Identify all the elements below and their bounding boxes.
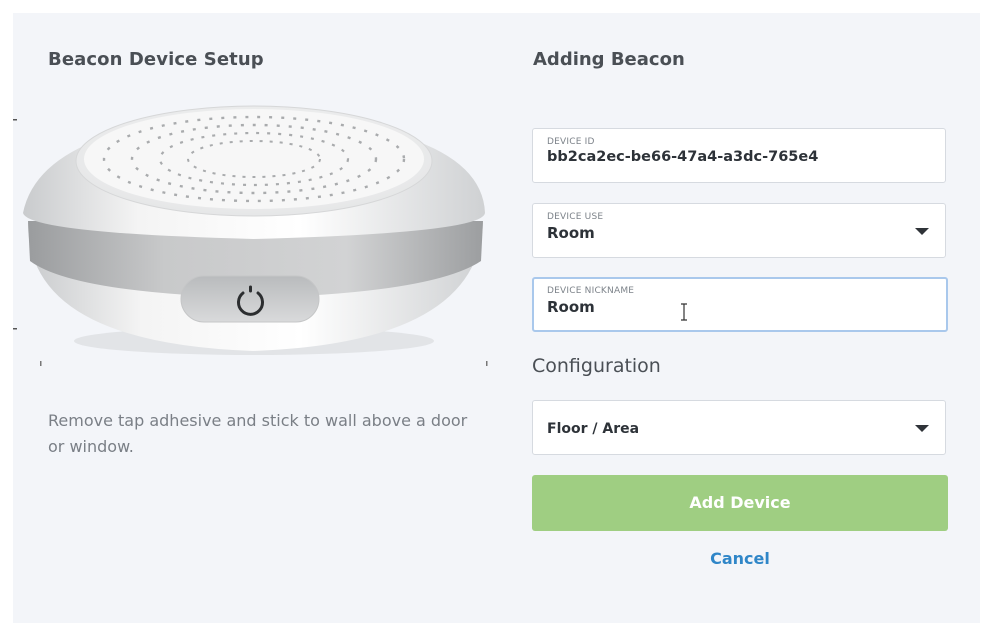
text-cursor-icon [681,303,687,321]
device-use-value: Room [547,224,595,242]
chevron-down-icon[interactable] [915,228,929,235]
device-id-value: bb2ca2ec-be66-47a4-a3dc-765e4 [547,149,819,165]
device-nickname-label: DEVICE NICKNAME [547,286,635,296]
device-nickname-input[interactable]: DEVICE NICKNAME Room [532,277,948,332]
form-title: Adding Beacon [533,49,685,70]
device-id-field[interactable]: DEVICE ID bb2ca2ec-be66-47a4-a3dc-765e4 [532,128,946,183]
setup-title: Beacon Device Setup [48,49,264,70]
device-id-label: DEVICE ID [547,137,595,147]
beacon-device-illustration [13,105,488,366]
device-use-select[interactable]: DEVICE USE Room [532,203,946,258]
chevron-down-icon[interactable] [915,425,929,432]
device-nickname-value: Room [547,298,595,316]
device-use-label: DEVICE USE [547,212,604,222]
floor-area-value: Floor / Area [547,421,640,437]
floor-area-select[interactable]: Floor / Area [532,400,946,455]
add-device-button[interactable]: Add Device [532,475,948,531]
mounting-instructions: Remove tap adhesive and stick to wall ab… [48,411,468,456]
configuration-heading: Configuration [532,355,661,377]
cancel-button[interactable]: Cancel [532,549,948,568]
setup-panel: Beacon Device Setup Remove tap adhesive … [13,13,980,623]
